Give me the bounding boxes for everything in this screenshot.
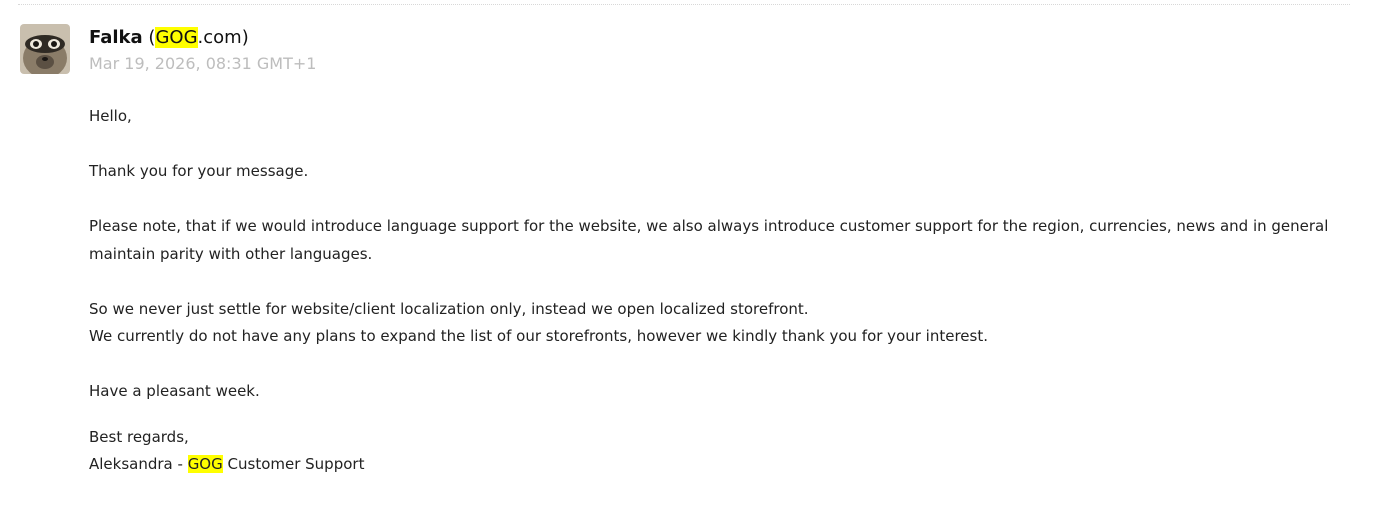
sender-line: Falka (GOG.com) <box>89 26 316 50</box>
storefront-line-2: We currently do not have any plans to ex… <box>89 327 988 345</box>
greeting: Hello, <box>89 107 132 125</box>
email-header: Falka (GOG.com) Mar 19, 2026, 08:31 GMT+… <box>89 26 316 74</box>
thanks-line: Thank you for your message. <box>89 162 309 180</box>
signature-rest: Customer Support <box>222 455 365 473</box>
signature-highlight: GOG <box>187 455 223 473</box>
storefront-line-1: So we never just settle for website/clie… <box>89 299 809 318</box>
email-timestamp: Mar 19, 2026, 08:31 GMT+1 <box>89 54 317 73</box>
org-highlight: GOG <box>155 27 198 48</box>
top-divider <box>18 4 1350 5</box>
email-body: Hello, Thank you for your message. Pleas… <box>89 103 1351 479</box>
paragraph-storefronts: So we never just settle for website/clie… <box>89 296 1351 351</box>
sender-avatar[interactable] <box>20 24 70 74</box>
closing-line: Have a pleasant week. <box>89 382 260 400</box>
sender-name[interactable]: Falka <box>89 27 143 48</box>
regards-line: Best regards, <box>89 427 189 446</box>
paragraph-language-support: Please note, that if we would introduce … <box>89 217 1329 263</box>
sender-org: (GOG.com) <box>148 27 249 48</box>
signature-name: Aleksandra - <box>89 455 188 473</box>
signature: Best regards, Aleksandra - GOG Customer S… <box>89 424 1351 479</box>
raccoon-avatar-icon <box>20 24 70 74</box>
org-domain: .com) <box>197 27 249 48</box>
